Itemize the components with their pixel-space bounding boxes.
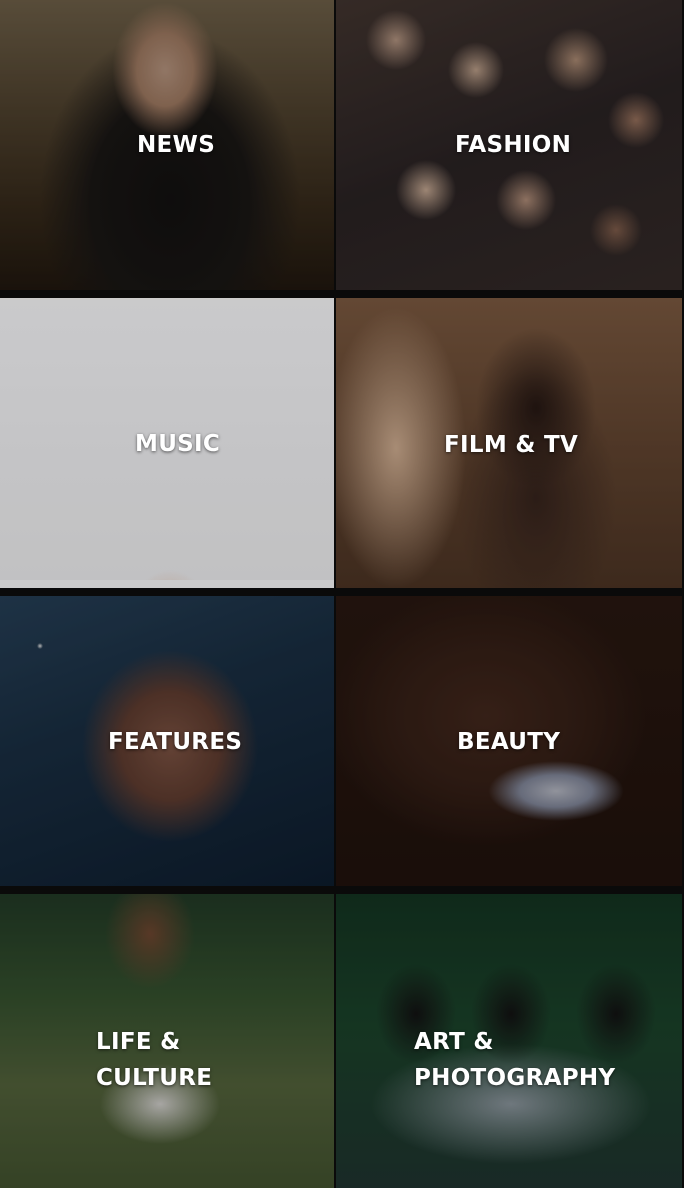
category-tile-features[interactable]: FEATURES: [0, 596, 334, 886]
category-label-features: FEATURES: [108, 729, 243, 755]
category-tile-news[interactable]: NEWS: [0, 0, 334, 290]
category-tile-music[interactable]: MUSIC: [0, 298, 334, 588]
category-tile-fashion[interactable]: FASHION: [336, 0, 682, 290]
category-label-film-tv: FILM & TV: [444, 432, 579, 458]
category-label-beauty: BEAUTY: [457, 729, 561, 755]
category-grid: NEWS FASHION MUSIC FILM & TV FEATURES BE…: [0, 0, 684, 1188]
category-tile-art-photography[interactable]: ART & PHOTOGRAPHY: [336, 894, 682, 1188]
category-tile-beauty[interactable]: BEAUTY: [336, 596, 682, 886]
category-label-art-photography: ART & PHOTOGRAPHY: [414, 1029, 616, 1091]
category-label-music: MUSIC: [135, 431, 221, 457]
category-label-fashion: FASHION: [455, 132, 572, 158]
category-label-news: NEWS: [137, 132, 216, 158]
category-tile-film-tv[interactable]: FILM & TV: [336, 298, 682, 588]
category-tile-life-culture[interactable]: LIFE & CULTURE: [0, 894, 334, 1188]
category-label-life-culture: LIFE & CULTURE: [96, 1029, 213, 1091]
